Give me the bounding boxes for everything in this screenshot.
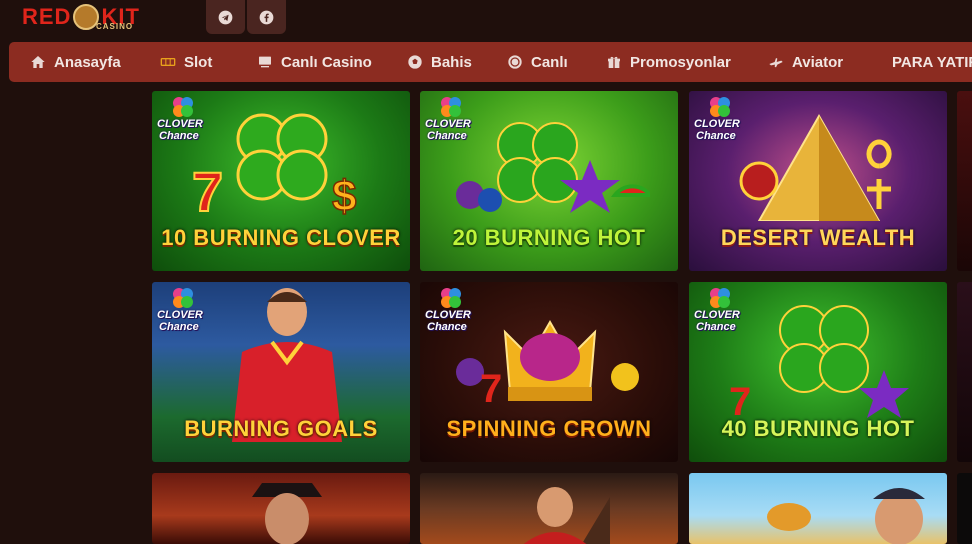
nav-item-canli-casino[interactable]: Canlı Casino	[257, 42, 372, 82]
game-title: 40 BURNING HOT	[721, 416, 915, 441]
game-tile-row3-2[interactable]	[420, 473, 678, 544]
gangster-art	[252, 483, 322, 544]
clover-chance-badge: CLOVER Chance	[694, 287, 748, 337]
roman-art	[523, 487, 610, 544]
facebook-icon	[259, 10, 274, 24]
svg-text:7: 7	[480, 367, 502, 411]
svg-text:$: $	[332, 172, 356, 221]
nav-label: Slot	[184, 53, 213, 71]
slot-icon	[160, 54, 176, 70]
main-nav: Anasayfa Slot Canlı Casino Bahis Canlı P…	[9, 42, 972, 82]
pyramid-art	[739, 113, 892, 221]
game-tile-10-burning-clover[interactable]: 7 $ CLOVER Chance 10 BURNING CLOVER	[152, 91, 410, 271]
plane-icon	[768, 54, 784, 70]
nav-item-canli[interactable]: Canlı	[507, 42, 568, 82]
nav-item-promosyonlar[interactable]: Promosyonlar	[606, 42, 731, 82]
game-tile-20-burning-hot[interactable]: CLOVER Chance 20 BURNING HOT	[420, 91, 678, 271]
nav-item-aviator[interactable]: Aviator	[768, 42, 843, 82]
burning-hot-art	[456, 122, 650, 213]
nav-label: Bahis	[431, 53, 472, 71]
clover-chance-badge: CLOVER Chance	[425, 96, 479, 146]
game-title: DESERT WEALTH	[720, 225, 916, 250]
game-tile-row3-1[interactable]	[152, 473, 410, 544]
nav-label: Promosyonlar	[630, 53, 731, 71]
facebook-button[interactable]	[247, 0, 286, 34]
nav-label: Aviator	[792, 53, 844, 71]
game-tile-40-burning-hot[interactable]: 7 CLOVER Chance 40 BURNING HOT	[689, 282, 947, 462]
logo-text-left: RED	[22, 4, 72, 29]
game-tile-partial-right[interactable]	[957, 282, 972, 462]
soccer-ball-icon	[407, 54, 423, 70]
game-tile-row3-3[interactable]	[689, 473, 947, 544]
nav-label: PARA YATIR	[892, 53, 972, 71]
gift-icon	[606, 54, 622, 70]
nav-item-para-yatir[interactable]: PARA YATIR	[892, 42, 972, 82]
live-casino-icon	[257, 54, 273, 70]
game-title: SPINNING CROWN	[446, 416, 652, 441]
nav-label: Canlı Casino	[281, 53, 372, 71]
game-title: BURNING GOALS	[184, 416, 378, 441]
nav-item-bahis[interactable]: Bahis	[407, 42, 472, 82]
logo-subtitle: CASINO	[96, 22, 134, 31]
game-tile-desert-wealth[interactable]: CLOVER Chance DESERT WEALTH	[689, 91, 947, 271]
clover-art: 7 $	[192, 113, 357, 223]
cowboy-art	[767, 488, 925, 544]
crown-art: 7	[456, 319, 639, 411]
game-tile-partial-right[interactable]	[957, 473, 972, 544]
svg-text:7: 7	[192, 160, 223, 223]
clover-chance-badge: CLOVER Chance	[694, 96, 748, 146]
nav-label: Anasayfa	[54, 53, 121, 71]
top-bar: RED KIT CASINO	[0, 0, 972, 38]
clover-chance-badge: CLOVER Chance	[157, 96, 211, 146]
game-title: 20 BURNING HOT	[452, 225, 646, 250]
telegram-button[interactable]	[206, 0, 245, 34]
home-icon	[30, 54, 46, 70]
nav-item-anasayfa[interactable]: Anasayfa	[30, 42, 121, 82]
game-tile-partial-right[interactable]	[957, 91, 972, 271]
clover-chance-badge: CLOVER Chance	[425, 287, 479, 337]
nav-label: Canlı	[531, 53, 568, 71]
game-title: 10 BURNING CLOVER	[161, 225, 401, 250]
nav-item-slot[interactable]: Slot	[160, 42, 212, 82]
game-tile-spinning-crown[interactable]: 7 CLOVER Chance SPINNING CROWN	[420, 282, 678, 462]
telegram-icon	[218, 10, 233, 24]
game-tile-burning-goals[interactable]: CLOVER Chance BURNING GOALS	[152, 282, 410, 462]
live-icon	[507, 54, 523, 70]
svg-text:7: 7	[729, 380, 751, 420]
clover-chance-badge: CLOVER Chance	[157, 287, 211, 337]
